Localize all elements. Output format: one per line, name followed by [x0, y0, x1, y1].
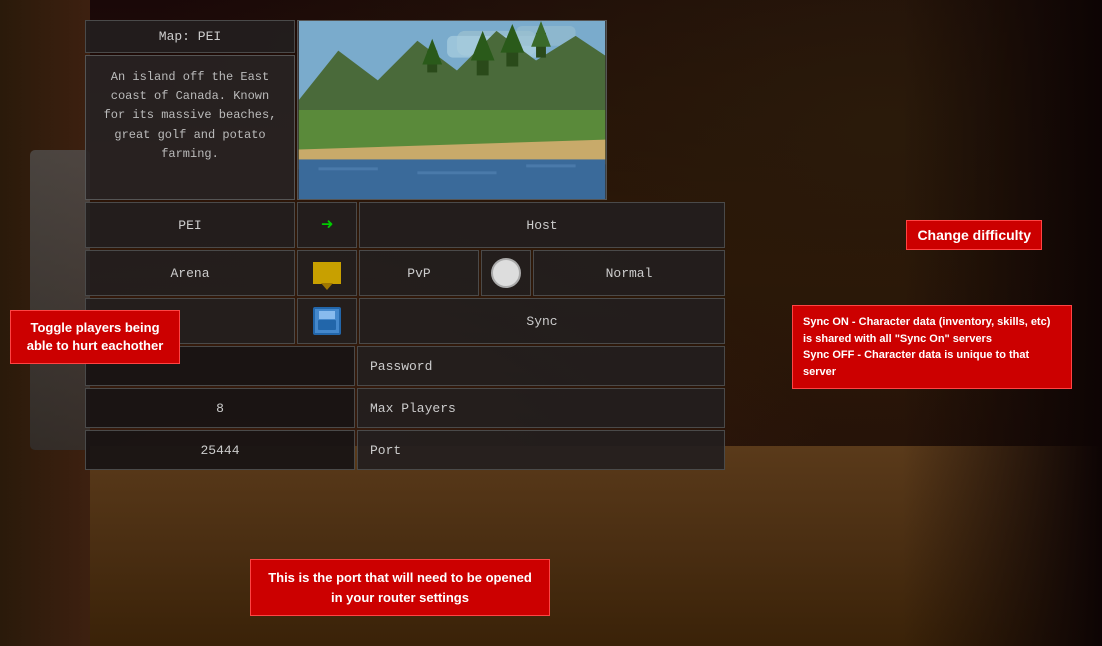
port-value-cell[interactable]: 25444	[85, 430, 355, 470]
row-max-players: 8 Max Players	[85, 388, 725, 428]
difficulty-value-text: Normal	[606, 266, 653, 281]
max-players-value: 8	[216, 401, 224, 416]
annotation-sync: Sync ON - Character data (inventory, ski…	[792, 305, 1072, 389]
max-players-label-cell: Max Players	[357, 388, 725, 428]
host-arrow-cell: ➜	[297, 202, 357, 248]
settings-section: PEI ➜ Host Arena PvP Normal	[85, 202, 725, 470]
difficulty-toggle-circle	[491, 258, 521, 288]
difficulty-value-cell[interactable]: Normal	[533, 250, 725, 296]
annotation-difficulty-box: Change difficulty	[906, 220, 1042, 250]
port-label: Port	[370, 443, 401, 458]
password-label: Password	[370, 359, 432, 374]
pvp-icon-cell[interactable]	[297, 250, 357, 296]
annotation-change-difficulty: Change difficulty	[906, 220, 1042, 250]
pvp-icon	[313, 262, 341, 284]
annotation-sync-text: Sync ON - Character data (inventory, ski…	[803, 316, 1050, 378]
annotation-port-box: This is the port that will need to be op…	[250, 559, 550, 616]
annotation-port: This is the port that will need to be op…	[250, 559, 550, 616]
row-port: 25444 Port	[85, 430, 725, 470]
annotation-sync-box: Sync ON - Character data (inventory, ski…	[792, 305, 1072, 389]
sync-icon	[313, 307, 341, 335]
port-value: 25444	[200, 443, 239, 458]
arena-label: Arena	[170, 266, 209, 281]
row-password: Password	[85, 346, 725, 386]
sync-label-cell[interactable]: Sync	[359, 298, 725, 344]
max-players-value-cell[interactable]: 8	[85, 388, 355, 428]
background-character	[30, 150, 90, 450]
map-image	[298, 21, 606, 199]
row-sync: Sync	[85, 298, 725, 344]
row-arena-pvp: Arena PvP Normal	[85, 250, 725, 296]
map-title-text: Map: PEI	[159, 29, 221, 44]
max-players-label: Max Players	[370, 401, 456, 416]
host-arrow-icon: ➜	[321, 212, 333, 238]
pvp-label: PvP	[407, 266, 430, 281]
host-label: Host	[526, 218, 557, 233]
sync-label: Sync	[526, 314, 557, 329]
sync-icon-cell[interactable]	[297, 298, 357, 344]
ui-panel: Map: PEI An island off the East coast of…	[85, 20, 725, 470]
annotation-pvp-box: Toggle players being able to hurt eachot…	[10, 310, 180, 364]
map-title-bar: Map: PEI	[85, 20, 295, 53]
port-label-cell: Port	[357, 430, 725, 470]
difficulty-toggle-cell[interactable]	[481, 250, 531, 296]
host-cell[interactable]: Host	[359, 202, 725, 248]
annotation-pvp: Toggle players being able to hurt eachot…	[10, 310, 180, 364]
map-section: Map: PEI An island off the East coast of…	[85, 20, 725, 200]
password-label-cell: Password	[357, 346, 725, 386]
map-description: An island off the East coast of Canada. …	[85, 55, 295, 200]
annotation-pvp-text: Toggle players being able to hurt eachot…	[27, 320, 164, 353]
pvp-label-cell[interactable]: PvP	[359, 250, 479, 296]
row-map-host: PEI ➜ Host	[85, 202, 725, 248]
map-description-text: An island off the East coast of Canada. …	[104, 70, 277, 161]
map-name-text: PEI	[178, 218, 201, 233]
arena-cell[interactable]: Arena	[85, 250, 295, 296]
map-name-cell[interactable]: PEI	[85, 202, 295, 248]
annotation-difficulty-text: Change difficulty	[917, 227, 1031, 243]
map-info: Map: PEI An island off the East coast of…	[85, 20, 295, 200]
map-thumbnail	[297, 20, 607, 200]
annotation-port-text: This is the port that will need to be op…	[268, 570, 532, 605]
